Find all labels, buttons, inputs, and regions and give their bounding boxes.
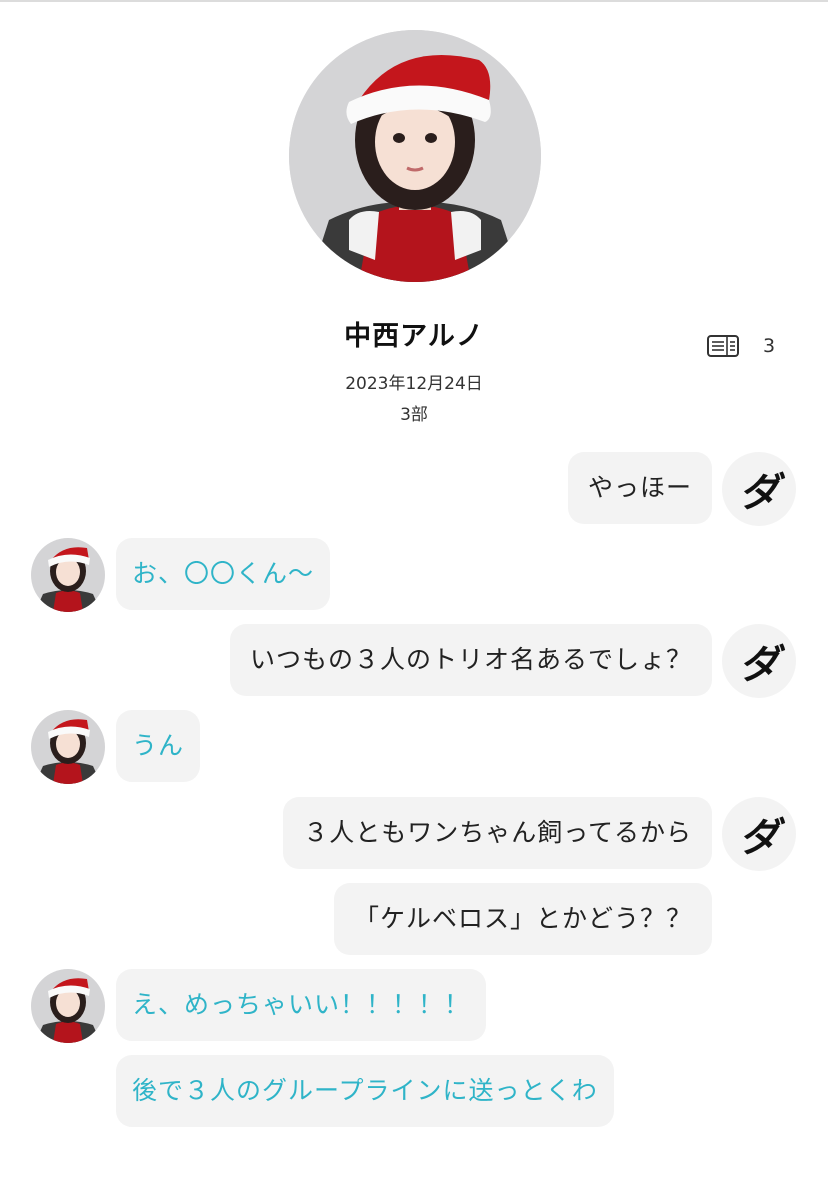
profile-avatar[interactable]	[289, 30, 541, 282]
message-bubble-her: お、〇〇くん〜	[116, 538, 331, 610]
profile-name: 中西アルノ	[344, 321, 484, 352]
me-avatar[interactable]: ダ	[722, 624, 796, 698]
message-bubble-her: うん	[116, 710, 201, 782]
letter-book-icon	[707, 335, 739, 357]
letter-count-number: 3	[763, 335, 776, 357]
message-bubble-me: 「ケルベロス」とかどう？？	[333, 883, 712, 955]
top-divider	[0, 0, 828, 2]
message-bubble-me: ３人ともワンちゃん飼ってるから	[283, 797, 712, 869]
profile-date: 2023年12月24日	[345, 374, 483, 394]
her-avatar[interactable]	[31, 969, 105, 1043]
message-bubble-me: やっほー	[567, 452, 712, 524]
message-bubble-her: え、めっちゃいい！！！！！	[116, 969, 487, 1041]
profile-part: 3部	[400, 405, 428, 425]
message-bubble-me: いつもの３人のトリオ名あるでしょ？	[229, 624, 712, 696]
her-avatar[interactable]	[31, 710, 105, 784]
me-avatar[interactable]: ダ	[722, 452, 796, 526]
me-avatar[interactable]: ダ	[722, 797, 796, 871]
letter-count[interactable]: 3	[707, 333, 775, 359]
message-bubble-her: 後で３人のグループラインに送っとくわ	[116, 1055, 614, 1127]
her-avatar[interactable]	[31, 538, 105, 612]
